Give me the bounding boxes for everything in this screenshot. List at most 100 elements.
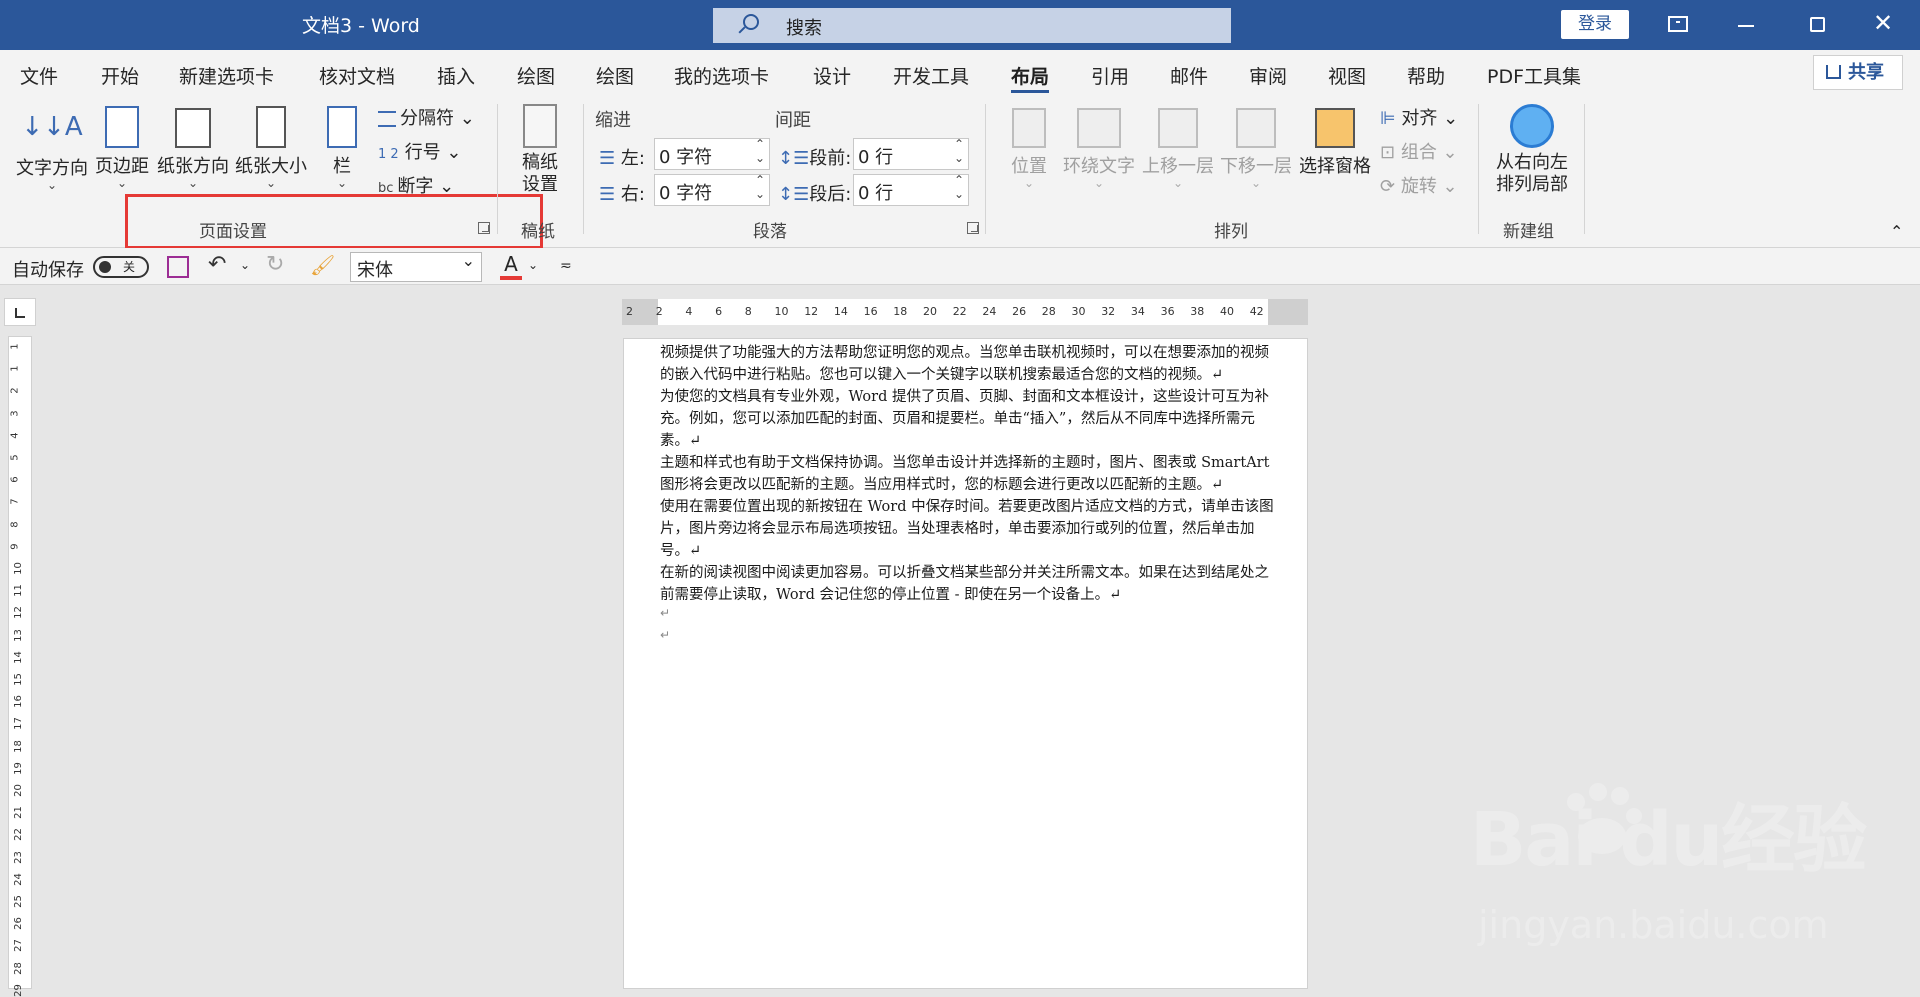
customize-toolbar-icon[interactable]: ≂ [560, 258, 572, 274]
vertical-ruler-tick-label: 16 [12, 695, 24, 709]
minimize-button[interactable] [1738, 25, 1754, 27]
tab-11[interactable]: 引用 [1091, 62, 1129, 89]
tab-16[interactable]: PDF工具集 [1487, 62, 1581, 89]
ruler-tick-label: 32 [1101, 305, 1116, 318]
indent-right-input[interactable]: 0 字符 [654, 173, 770, 206]
selection-pane-button[interactable]: 选择窗格 [1296, 104, 1374, 178]
indent-left-icon: ☰ [599, 148, 616, 169]
collapse-ribbon-icon[interactable]: ⌃ [1890, 222, 1903, 241]
chevron-down-icon: ⌄ [1093, 176, 1105, 190]
paragraph-1[interactable]: 视频提供了功能强大的方法帮助您证明您的观点。当您单击联机视频时，可以在想要添加的… [660, 342, 1275, 386]
tab-3[interactable]: 核对文档 [319, 62, 395, 89]
indent-left-input[interactable]: 0 字符 [654, 137, 770, 170]
breaks-icon [378, 111, 396, 127]
breaks-button[interactable]: 分隔符 ⌄ [378, 104, 475, 130]
margins-label: 页边距 [95, 156, 149, 177]
tab-13[interactable]: 审阅 [1249, 62, 1287, 89]
spacing-heading: 间距 [775, 110, 811, 131]
align-button[interactable]: ⊫ 对齐 ⌄ [1380, 104, 1458, 130]
line-numbers-button[interactable]: 1 2 行号 ⌄ [378, 138, 462, 164]
tab-4[interactable]: 插入 [437, 62, 475, 89]
autosave-toggle[interactable]: 关 [93, 256, 149, 278]
group-separator [1478, 104, 1479, 234]
save-icon[interactable] [167, 256, 189, 278]
wrap-text-button[interactable]: 环绕文字 ⌄ [1060, 104, 1138, 190]
chevron-down-icon: ⌄ [46, 178, 58, 192]
vertical-ruler[interactable]: 1 1 2 3 4 5 6 7 8 9 10 11 12 13 14 15 16 17 18 19 20 21 22 23 24… [8, 336, 32, 997]
tab-0[interactable]: 文件 [20, 62, 58, 89]
group-objects-button[interactable]: ⊡ 组合 ⌄ [1380, 138, 1458, 164]
tab-1[interactable]: 开始 [101, 62, 139, 89]
tab-selector-icon[interactable] [4, 298, 36, 326]
tab-9[interactable]: 开发工具 [893, 62, 969, 89]
font-color-icon[interactable]: A [500, 252, 522, 280]
send-backward-button[interactable]: 下移一层 ⌄ [1218, 104, 1294, 189]
tab-14[interactable]: 视图 [1328, 62, 1366, 89]
text-direction-button[interactable]: ↓↓A 文字方向 ⌄ [14, 104, 90, 192]
arrange-group-label: 排列 [1214, 222, 1248, 242]
ruler-tick-label: 2 [626, 305, 633, 318]
share-button[interactable]: 共享 [1813, 55, 1903, 90]
maximize-button[interactable] [1810, 17, 1825, 32]
bring-forward-button[interactable]: 上移一层 ⌄ [1140, 104, 1216, 189]
tab-15[interactable]: 帮助 [1407, 62, 1445, 89]
font-color-dropdown-icon[interactable]: ⌄ [528, 258, 538, 272]
draft-setup-button[interactable]: 稿纸 设置 [512, 104, 568, 196]
watermark-brand: Bai du经验 [1470, 797, 1867, 883]
watermark-url: jingyan.baidu.com [1478, 903, 1829, 947]
paragraph-5[interactable]: 在新的阅读视图中阅读更加容易。可以折叠文档某些部分并关注所需文本。如果在达到结尾… [660, 562, 1275, 606]
vertical-ruler-tick-label: 11 [12, 584, 24, 598]
paragraph-launcher-icon[interactable] [967, 222, 979, 234]
format-painter-icon[interactable]: 🖌 [310, 253, 335, 277]
rtl-button[interactable]: 从右向左 排列局部 [1490, 104, 1574, 196]
horizontal-ruler[interactable]: 2 2 4 6 8 10 12 14 16 18 20 22 24 26 28 30 32 34 36 38 40 42 [622, 299, 1308, 325]
ruler-tick-label: 34 [1130, 305, 1145, 318]
draft-paper-icon [523, 104, 557, 148]
ruler-tick-label: 20 [923, 305, 937, 318]
tab-6[interactable]: 绘图 [596, 62, 634, 89]
send-backward-icon [1236, 108, 1276, 148]
position-button[interactable]: 位置 ⌄ [1004, 104, 1054, 189]
undo-dropdown-icon[interactable]: ⌄ [240, 258, 250, 272]
paragraph-4[interactable]: 使用在需要位置出现的新按钮在 Word 中保存时间。若要更改图片适应文档的方式，… [660, 496, 1275, 562]
ruler-tick-label: 42 [1249, 305, 1264, 318]
columns-button[interactable]: 栏 ⌄ [320, 104, 364, 190]
toggle-knob [99, 261, 111, 273]
tab-2[interactable]: 新建选项卡 [179, 62, 274, 89]
margins-button[interactable]: 页边距 ⌄ [94, 104, 150, 190]
spacing-before-label: ↕☰段前: [778, 144, 851, 170]
font-name-select[interactable]: 宋体 [350, 251, 482, 282]
vertical-ruler-tick-label: 25 [12, 895, 24, 908]
chevron-down-icon: ⌄ [336, 176, 348, 190]
spacing-before-input[interactable]: 0 行 [853, 137, 969, 170]
vertical-ruler-tick-label: 13 [12, 628, 24, 642]
undo-icon[interactable]: ↶ [208, 252, 226, 277]
vertical-ruler-tick-label: 27 [12, 939, 24, 953]
search-box[interactable]: 搜索 [713, 8, 1231, 43]
vertical-ruler-tick-label: 6 [9, 476, 21, 483]
tab-12[interactable]: 邮件 [1170, 62, 1208, 89]
tab-8[interactable]: 设计 [813, 62, 851, 89]
orientation-button[interactable]: 纸张方向 ⌄ [156, 104, 230, 189]
ruler-tick-label: 12 [804, 305, 819, 318]
ruler-tick-label: 26 [1012, 305, 1027, 318]
rotate-button[interactable]: ⟳ 旋转 ⌄ [1380, 172, 1458, 198]
size-button[interactable]: 纸张大小 ⌄ [234, 104, 308, 190]
rtl-label: 从右向左 排列局部 [1496, 152, 1568, 195]
spacing-after-input[interactable]: 0 行 [853, 173, 969, 206]
ribbon-display-options-icon[interactable] [1668, 16, 1688, 32]
login-button[interactable]: 登录 [1561, 10, 1629, 39]
paragraph-3[interactable]: 主题和样式也有助于文档保持协调。当您单击设计并选择新的主题时，图片、图表或 Sm… [660, 452, 1275, 496]
tab-7[interactable]: 我的选项卡 [674, 62, 769, 89]
close-button[interactable]: ✕ [1873, 11, 1893, 35]
vertical-ruler-tick-label: 20 [12, 784, 24, 797]
chevron-down-icon: ⌄ [116, 176, 128, 190]
redo-icon[interactable]: ↻ [266, 252, 284, 277]
tab-10[interactable]: 布局 [1011, 62, 1050, 93]
vertical-ruler-tick-label: 9 [9, 543, 21, 550]
ruler-tick-label: 24 [982, 305, 997, 318]
paragraph-2[interactable]: 为使您的文档具有专业外观，Word 提供了页眉、页脚、封面和文本框设计，这些设计… [660, 386, 1275, 452]
tab-5[interactable]: 绘图 [517, 62, 555, 89]
chevron-down-icon: ⌄ [265, 176, 277, 190]
align-label: 对齐 [1401, 108, 1438, 129]
